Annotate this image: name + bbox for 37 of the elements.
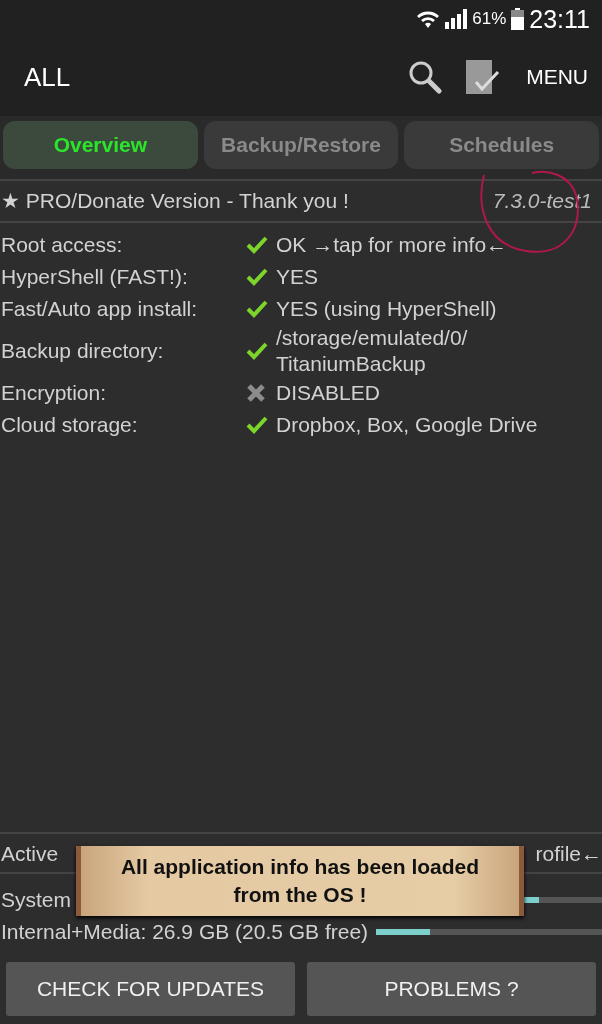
tab[interactable]: Overview <box>3 121 198 169</box>
info-label: HyperShell (FAST!): <box>1 265 189 289</box>
check-icon <box>246 416 268 434</box>
check-icon <box>246 236 268 254</box>
info-value: YES <box>276 264 319 290</box>
info-value: YES (using HyperShell) <box>276 296 497 322</box>
wifi-icon <box>416 9 441 29</box>
toast-message: All application info has been loaded from the OS ! <box>119 854 481 908</box>
battery-icon <box>511 8 525 30</box>
info-label: Encryption: <box>1 381 108 405</box>
app-title: ALL <box>24 61 72 93</box>
action-button[interactable]: CHECK FOR UPDATES <box>6 962 295 1016</box>
check-icon <box>246 342 268 360</box>
menu-button[interactable]: MENU <box>526 61 588 93</box>
storage-label: System <box>1 888 71 912</box>
signal-icon <box>445 9 468 29</box>
info-value: Dropbox, Box, Google Drive <box>276 412 538 438</box>
info-label: Fast/Auto app install: <box>1 297 199 321</box>
cross-icon <box>246 383 266 403</box>
tab[interactable]: Backup/Restore <box>203 121 399 169</box>
check-icon <box>246 268 268 286</box>
profile-label: Active <box>1 842 59 866</box>
pro-version-label: ★ PRO/Donate Version - Thank you ! <box>1 189 349 213</box>
info-label: Cloud storage: <box>1 413 139 437</box>
info-value: DISABLED <box>276 380 380 406</box>
info-value[interactable]: OK →tap for more info← <box>276 232 508 258</box>
storage-label: Internal+Media: 26.9 GB (20.5 GB free) <box>1 920 369 944</box>
search-icon[interactable] <box>408 60 443 94</box>
clock-time: 23:11 <box>529 4 590 34</box>
info-value: /storage/emulated/0/ TitaniumBackup <box>276 325 468 377</box>
info-label: Root access: <box>1 233 124 257</box>
tab[interactable]: Schedules <box>404 121 599 169</box>
info-label: Backup directory: <box>1 339 165 363</box>
profile-text: rofile← <box>535 842 602 866</box>
battery-percent: 61% <box>472 9 507 29</box>
action-button[interactable]: PROBLEMS ? <box>307 962 596 1016</box>
check-icon <box>246 300 268 318</box>
